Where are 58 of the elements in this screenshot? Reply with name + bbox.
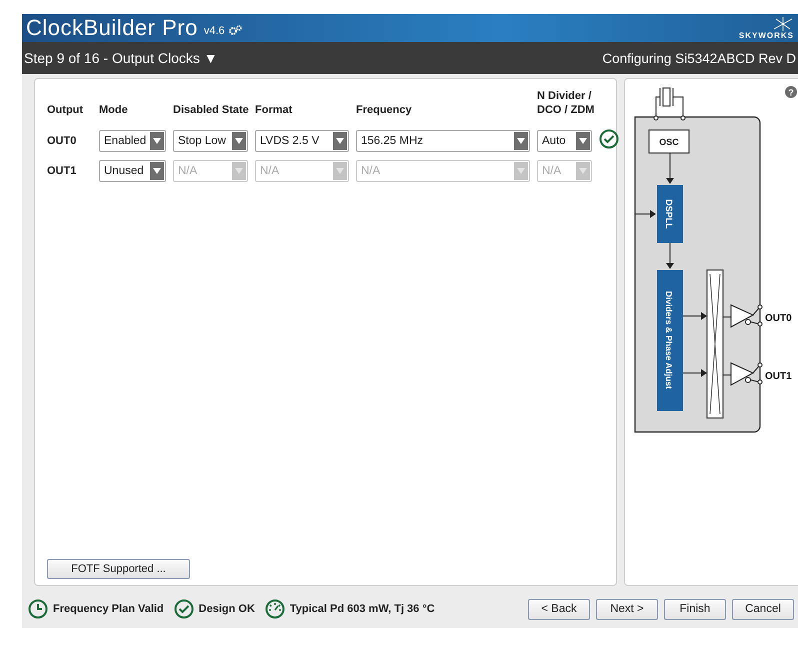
check-icon bbox=[174, 599, 194, 619]
caret-icon bbox=[235, 168, 243, 174]
column-header: N Divider / DCO / ZDM bbox=[537, 89, 596, 118]
nav-button[interactable]: Cancel bbox=[732, 598, 794, 620]
column-header: Format bbox=[255, 103, 294, 118]
caret-icon bbox=[579, 168, 587, 174]
dropdown[interactable]: Auto bbox=[537, 130, 592, 152]
dropdown[interactable]: Enabled bbox=[99, 130, 166, 152]
arrow-icon bbox=[634, 210, 656, 218]
pll-block bbox=[657, 185, 683, 243]
nav-button[interactable]: < Back bbox=[528, 598, 590, 620]
nav-button[interactable]: Next > bbox=[596, 598, 658, 620]
column-header: Disabled State bbox=[173, 103, 250, 118]
arrow-icon bbox=[682, 369, 707, 377]
star-logo-icon bbox=[772, 17, 794, 31]
caret-icon bbox=[336, 168, 344, 174]
crystal-drawing bbox=[654, 88, 686, 120]
arrow-icon bbox=[666, 152, 674, 184]
caret-icon bbox=[153, 138, 161, 144]
dropdown[interactable]: 156.25 MHz bbox=[356, 130, 530, 152]
nav-button[interactable]: Finish bbox=[664, 598, 726, 620]
caret-icon bbox=[517, 168, 525, 174]
gauge-icon bbox=[264, 599, 285, 619]
settings-icon[interactable] bbox=[228, 25, 242, 36]
dropdown[interactable]: Stop Low bbox=[173, 130, 248, 152]
version-label: v4.6 bbox=[204, 25, 225, 37]
arrow-icon bbox=[666, 242, 674, 269]
clock-icon bbox=[28, 599, 48, 619]
output-name: OUT0 bbox=[47, 134, 78, 146]
column-header: Output bbox=[47, 103, 84, 118]
output-label: OUT1 bbox=[765, 371, 792, 382]
dropdown[interactable]: Unused bbox=[99, 160, 166, 182]
status-text: Typical Pd 603 mW, Tj 36 °C bbox=[290, 603, 435, 615]
status-text: Design OK bbox=[198, 603, 255, 615]
divider-label: Dividers & Phase Adjust bbox=[664, 291, 674, 389]
caret-icon bbox=[235, 138, 243, 144]
arrow-icon bbox=[682, 312, 707, 320]
caret-icon bbox=[517, 138, 525, 144]
status-text: Frequency Plan Valid bbox=[53, 603, 164, 615]
app-title: ClockBuilder Pro bbox=[26, 16, 198, 40]
column-header: Frequency bbox=[356, 103, 413, 118]
output-buffer-drawing bbox=[722, 362, 762, 386]
step-menu[interactable]: Step 9 of 16 - Output Clocks ▼ bbox=[24, 50, 218, 66]
osc-label: OSC bbox=[659, 137, 679, 147]
help-icon[interactable]: ? bbox=[785, 86, 797, 98]
output-label: OUT0 bbox=[765, 313, 792, 324]
output-name: OUT1 bbox=[47, 165, 78, 177]
caret-icon bbox=[336, 138, 344, 144]
brand-name: SKYWORKS bbox=[738, 31, 794, 40]
column-header: Mode bbox=[99, 103, 129, 118]
fotf-button[interactable]: FOTF Supported ... bbox=[47, 559, 190, 579]
output-buffer-drawing bbox=[722, 304, 762, 328]
caret-icon bbox=[153, 168, 161, 174]
device-label: Configuring Si5342ABCD Rev D bbox=[602, 50, 797, 66]
pll-label: DSPLL bbox=[664, 199, 674, 229]
osc-block bbox=[648, 130, 690, 154]
caret-icon bbox=[579, 138, 587, 144]
dropdown[interactable]: LVDS 2.5 V bbox=[255, 130, 349, 152]
